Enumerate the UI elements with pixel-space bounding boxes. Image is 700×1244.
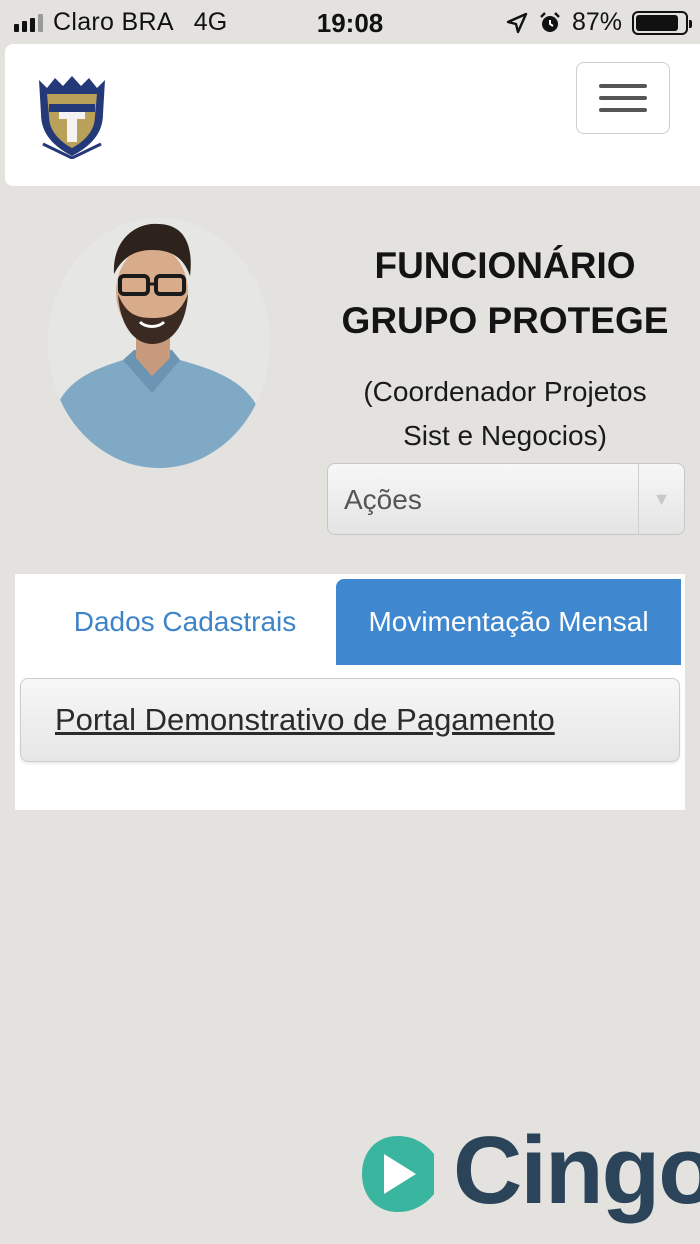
tab-movimentacao-mensal[interactable]: Movimentação Mensal (336, 579, 681, 665)
profile-info: FUNCIONÁRIO GRUPO PROTEGE (Coordenador P… (320, 238, 690, 458)
alarm-icon (540, 11, 560, 32)
actions-select-value: Ações (344, 484, 422, 515)
status-bar: Claro BRA 4G 19:08 87% (0, 0, 700, 44)
hamburger-icon-line (599, 96, 647, 100)
profile-role-line2: Sist e Negocios) (403, 420, 607, 451)
profile-role-line1: (Coordenador Projetos (363, 376, 647, 407)
chevron-down-icon[interactable]: ▼ (638, 464, 684, 534)
battery-icon (632, 10, 692, 35)
location-arrow-icon (506, 12, 528, 33)
hamburger-icon-line (599, 84, 647, 88)
profile-title-line2: GRUPO PROTEGE (341, 300, 669, 341)
tab-panel: Dados Cadastrais Movimentação Mensal Por… (15, 574, 685, 810)
cingo-logo-icon (362, 1136, 434, 1212)
protege-shield-logo[interactable] (37, 74, 107, 159)
profile-title-line1: FUNCIONÁRIO (374, 245, 636, 286)
app-header (5, 44, 700, 186)
brand-name: Cingo (453, 1117, 700, 1224)
status-right: 87% (506, 8, 692, 37)
battery-fill (636, 14, 678, 31)
cingo-brand: Cingo (358, 1117, 700, 1234)
actions-select[interactable]: Ações ▼ (327, 463, 685, 535)
portal-demonstrativo-link[interactable]: Portal Demonstrativo de Pagamento (20, 678, 680, 762)
tab-dados-cadastrais[interactable]: Dados Cadastrais (35, 579, 335, 665)
menu-button[interactable] (576, 62, 670, 134)
avatar (48, 218, 270, 468)
battery-percent: 87% (571, 8, 622, 36)
avatar-photo (48, 218, 270, 468)
profile-role: (Coordenador Projetos Sist e Negocios) (320, 370, 690, 458)
hamburger-icon-line (599, 108, 647, 112)
